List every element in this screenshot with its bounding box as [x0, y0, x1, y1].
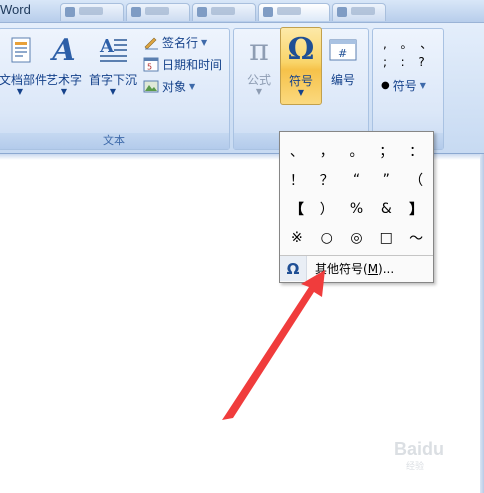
dropcap-icon: A [99, 36, 127, 62]
chevron-down-icon: ▼ [60, 87, 68, 96]
object-label: 对象 [162, 79, 187, 94]
dropcap-label: 首字下沉 [88, 73, 137, 87]
watermark-logo: Baidu 经验 [376, 437, 466, 472]
document-tab[interactable] [332, 3, 386, 21]
symbol-quick-row-1[interactable]: , 。 、 [383, 35, 434, 52]
document-tab-label [145, 7, 169, 15]
wordart-icon: A [52, 33, 76, 68]
svg-text:#: # [338, 47, 347, 60]
document-tab-label [277, 7, 301, 15]
symbol-cell[interactable]: “ [342, 165, 372, 194]
text-group: 文档部件 ▼ A 艺术字 ▼ A 首字下沉 ▼ 签名行 ▼ 5 日期和时间 对象… [0, 28, 230, 150]
text-group-label: 文本 [0, 133, 229, 149]
vertical-scrollbar[interactable] [480, 154, 484, 493]
document-tab-label [351, 7, 375, 15]
document-icon [131, 7, 141, 17]
symbol-cell[interactable]: & [371, 194, 401, 223]
symbol-cell[interactable]: ○ [312, 223, 342, 252]
symbol-button[interactable]: Ω 符号 ▼ [280, 27, 322, 105]
doc-parts-button[interactable]: 文档部件 ▼ [0, 31, 48, 101]
equation-label: 公式 [246, 73, 271, 87]
symbol-cell[interactable]: ◎ [342, 223, 372, 252]
document-tab-active[interactable] [258, 3, 330, 21]
symbol-cell[interactable]: 。 [342, 136, 372, 165]
symbol-grid: 、，。；： ！？ “” （ 【）% &】 ※ ○ ◎ □ ～ [282, 136, 431, 252]
omega-icon: Ω [287, 32, 315, 67]
chevron-down-icon: ▼ [255, 87, 263, 96]
title-bar: Word [0, 0, 484, 23]
pi-icon: π [249, 33, 269, 68]
doc-parts-label: 文档部件 [0, 73, 48, 87]
document-tab-label [211, 7, 235, 15]
dropcap-button[interactable]: A 首字下沉 ▼ [87, 31, 139, 101]
symbol-cell[interactable]: 【 [282, 194, 312, 223]
symbol-cell[interactable]: （ [401, 165, 431, 194]
number-button[interactable]: # 编号 [322, 31, 364, 101]
bullet-icon: ● [381, 79, 390, 91]
chevron-down-icon: ▼ [16, 87, 23, 96]
document-tab[interactable] [192, 3, 256, 21]
number-label: 编号 [330, 73, 355, 87]
symbol-cell[interactable]: □ [371, 223, 401, 252]
symbol-cell[interactable]: ～ [401, 223, 431, 252]
watermark-subtext: 经验 [406, 462, 425, 472]
more-symbols-label: 其他符号(M)... [315, 262, 395, 276]
date-time-label: 日期和时间 [162, 57, 223, 72]
special-symbol-label: 符号 [392, 78, 417, 93]
svg-text:A: A [99, 36, 115, 57]
document-tab[interactable] [60, 3, 124, 21]
document-tab-label [79, 7, 103, 15]
chevron-down-icon: ▼ [109, 87, 117, 96]
symbol-cell[interactable]: ： [401, 136, 431, 165]
signature-line-button[interactable]: 签名行 ▼ [143, 32, 207, 52]
number-icon: # [329, 39, 357, 61]
symbol-cell[interactable]: 、 [282, 136, 312, 165]
document-icon [65, 7, 75, 17]
symbol-quick-row-2[interactable]: ; : ? [383, 55, 427, 69]
symbol-dropdown: 、，。；： ！？ “” （ 【）% &】 ※ ○ ◎ □ ～ Ω 其他符号(M)... [279, 131, 434, 283]
symbol-cell[interactable]: ） [312, 194, 342, 223]
document-icon [263, 7, 273, 17]
object-button[interactable]: 对象 ▼ [143, 76, 195, 96]
special-symbol-button[interactable]: ● 符号 ▼ [381, 75, 426, 95]
chevron-down-icon: ▼ [201, 37, 208, 47]
symbol-cell[interactable]: ” [371, 165, 401, 194]
equation-button[interactable]: π 公式 ▼ [238, 31, 280, 101]
document-icon [337, 7, 347, 17]
pen-icon [144, 37, 158, 50]
chevron-down-icon: ▼ [419, 80, 426, 90]
calendar-icon: 5 [143, 57, 159, 72]
symbol-cell[interactable]: ？ [312, 165, 342, 194]
wordart-button[interactable]: A 艺术字 ▼ [43, 31, 85, 101]
wordart-label: 艺术字 [45, 73, 82, 87]
svg-text:5: 5 [147, 63, 152, 72]
omega-icon: Ω [280, 256, 307, 281]
chevron-down-icon: ▼ [189, 81, 196, 91]
chevron-down-icon: ▼ [297, 88, 305, 97]
symbol-cell[interactable]: % [342, 194, 372, 223]
document-tab[interactable] [126, 3, 190, 21]
signature-line-label: 签名行 [162, 35, 199, 50]
symbol-cell[interactable]: ； [371, 136, 401, 165]
symbol-cell[interactable]: ， [312, 136, 342, 165]
watermark-text: Baidu [394, 439, 445, 459]
symbol-cell[interactable]: ※ [282, 223, 312, 252]
date-time-button[interactable]: 5 日期和时间 [143, 54, 222, 74]
more-symbols-item[interactable]: Ω 其他符号(M)... [280, 256, 433, 281]
symbol-label: 符号 [288, 74, 313, 88]
symbol-cell[interactable]: ！ [282, 165, 312, 194]
app-title: Word [0, 2, 31, 17]
symbol-cell[interactable]: 】 [401, 194, 431, 223]
document-icon [197, 7, 207, 17]
doc-parts-icon [11, 37, 31, 63]
object-icon [143, 80, 159, 93]
